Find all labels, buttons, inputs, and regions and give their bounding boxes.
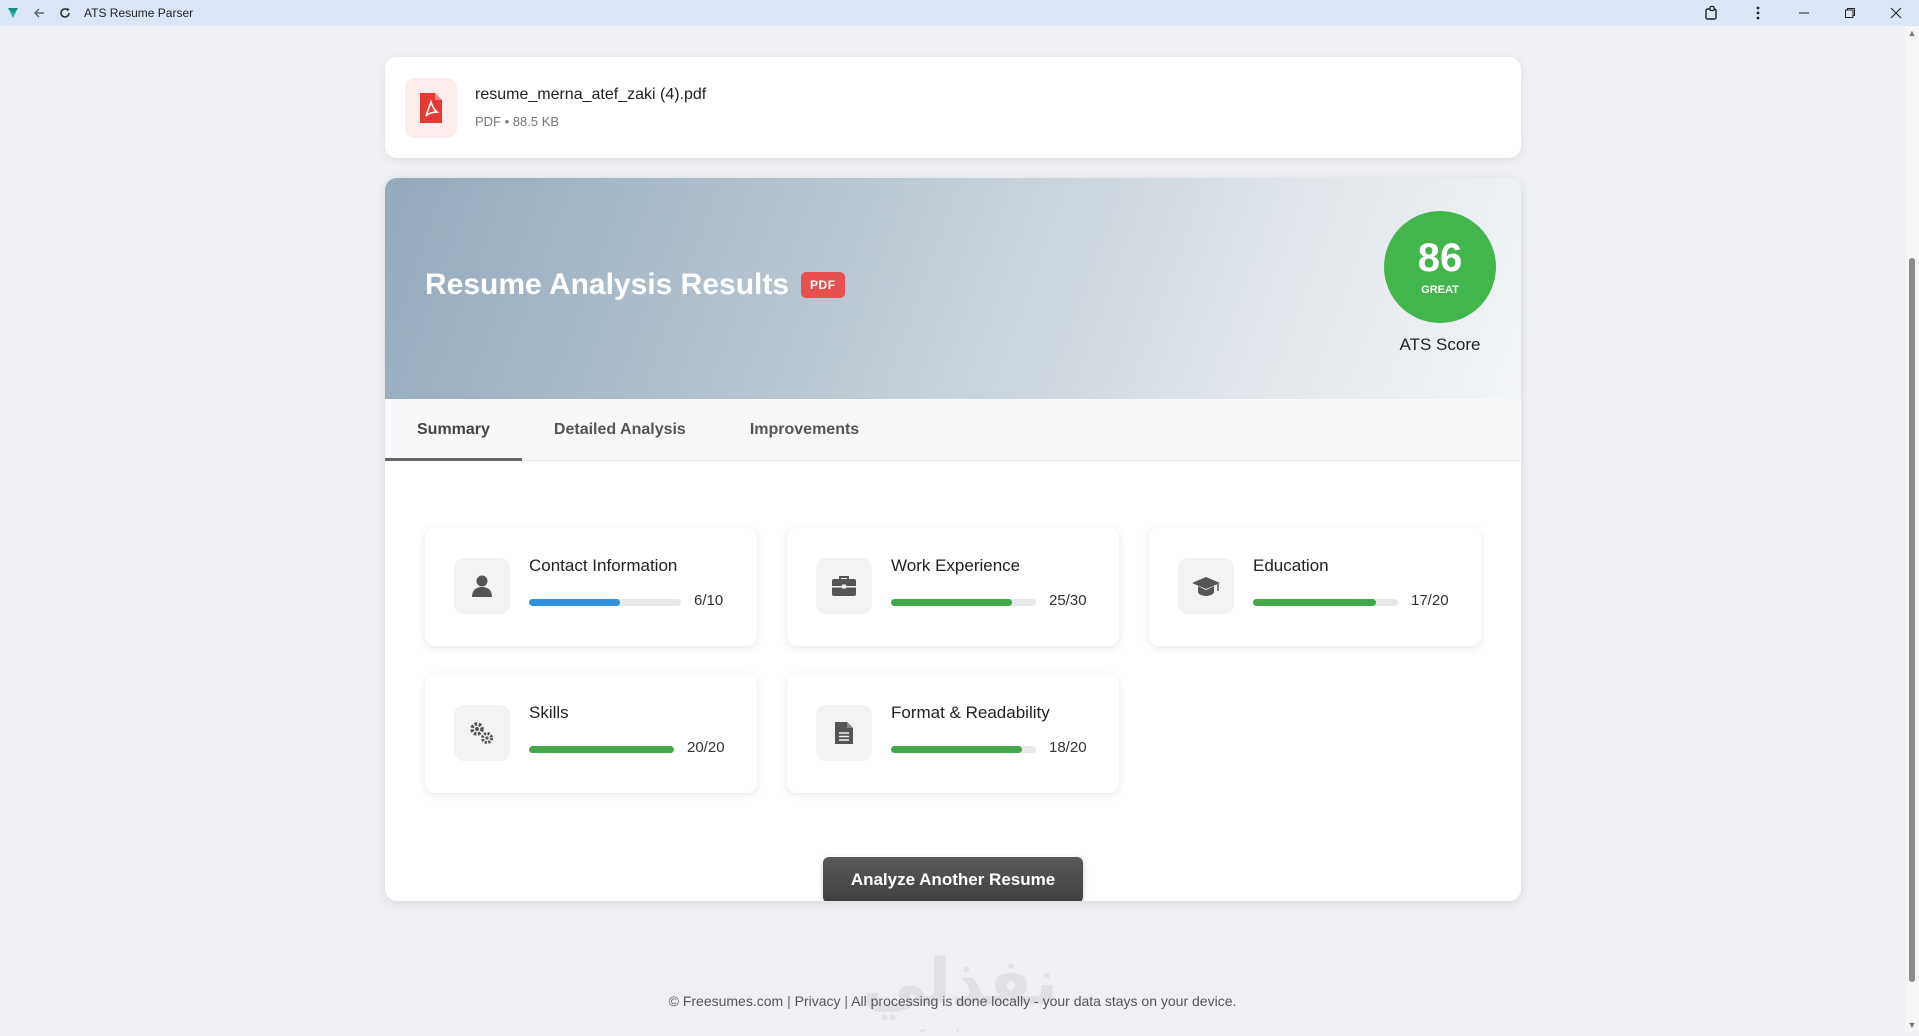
graduation-cap-icon [1178,558,1234,614]
category-card-skills: Skills 20/20 [425,674,757,793]
footer: © Freesumes.com | Privacy | All processi… [668,993,1237,1009]
progress-fill [891,746,1022,753]
privacy-link[interactable]: Privacy [795,993,841,1009]
category-title: Contact Information [529,556,678,575]
scroll-up-arrow-icon[interactable]: ▲ [1905,26,1919,40]
score-grade: GREAT [1421,284,1459,296]
user-icon [454,558,510,614]
app-logo-icon [0,0,26,26]
progress-bar [891,746,1036,753]
progress-fill [529,599,621,606]
progress-bar [529,599,681,606]
uploaded-file-card: resume_merna_atef_zaki (4).pdf PDF • 88.… [385,57,1521,158]
window-title: ATS Resume Parser [84,6,194,20]
category-score: 18/20 [1049,739,1087,756]
more-menu-icon[interactable] [1735,0,1781,26]
score-value: 86 [1417,236,1463,280]
category-score: 25/30 [1049,592,1087,609]
category-title: Format & Readability [891,703,1050,722]
footer-copyright: © Freesumes.com [668,993,784,1009]
progress-fill [891,599,1012,606]
page-content: resume_merna_atef_zaki (4).pdf PDF • 88.… [0,26,1905,1032]
briefcase-icon [816,558,872,614]
tab-improvements[interactable]: Improvements [718,399,891,461]
progress-bar [1253,599,1398,606]
progress-fill [1253,599,1377,606]
file-name: resume_merna_atef_zaki (4).pdf [475,86,707,103]
tab-detailed-analysis[interactable]: Detailed Analysis [522,399,718,461]
file-type-badge: PDF [801,272,845,298]
watermark-url: nafezly.com [850,1024,1070,1032]
results-header: Resume Analysis Results PDF 86 GREAT ATS… [385,178,1521,399]
scroll-thumb[interactable] [1909,258,1915,982]
category-card-format: Format & Readability 18/20 [787,674,1119,793]
document-icon [816,705,872,761]
back-arrow-icon[interactable] [26,0,52,26]
file-info: PDF • 88.5 KB [475,114,560,129]
pdf-file-icon [405,77,457,138]
tab-summary[interactable]: Summary [385,399,522,461]
progress-bar [529,746,674,753]
minimize-icon[interactable] [1781,0,1827,26]
score-label: ATS Score [1399,335,1481,354]
category-card-work-experience: Work Experience 25/30 [787,527,1119,646]
scroll-down-arrow-icon[interactable]: ▼ [1905,1018,1919,1032]
analyze-another-button[interactable]: Analyze Another Resume [823,857,1083,901]
gears-icon [454,705,510,761]
restore-icon[interactable] [1827,0,1873,26]
results-title: Resume Analysis Results [425,268,790,301]
category-card-contact: Contact Information 6/10 [425,527,757,646]
category-title: Work Experience [891,556,1021,575]
footer-note: All processing is done locally - your da… [851,993,1237,1009]
progress-bar [891,599,1036,606]
close-icon[interactable] [1873,0,1919,26]
category-score: 17/20 [1411,592,1449,609]
extensions-icon[interactable] [1689,0,1735,26]
progress-fill [529,746,674,753]
title-bar: ATS Resume Parser [0,0,1919,26]
results-card: Resume Analysis Results PDF 86 GREAT ATS… [385,178,1521,901]
results-tabs: Summary Detailed Analysis Improvements [385,399,1521,461]
category-title: Skills [529,703,569,722]
category-title: Education [1253,556,1329,575]
category-card-education: Education 17/20 [1149,527,1481,646]
reload-icon[interactable] [52,0,78,26]
vertical-scrollbar[interactable]: ▲ ▼ [1905,26,1919,1032]
category-score: 20/20 [687,739,725,756]
ats-score: 86 GREAT ATS Score [1375,211,1505,355]
score-circle: 86 GREAT [1384,211,1496,323]
category-score: 6/10 [694,592,724,609]
